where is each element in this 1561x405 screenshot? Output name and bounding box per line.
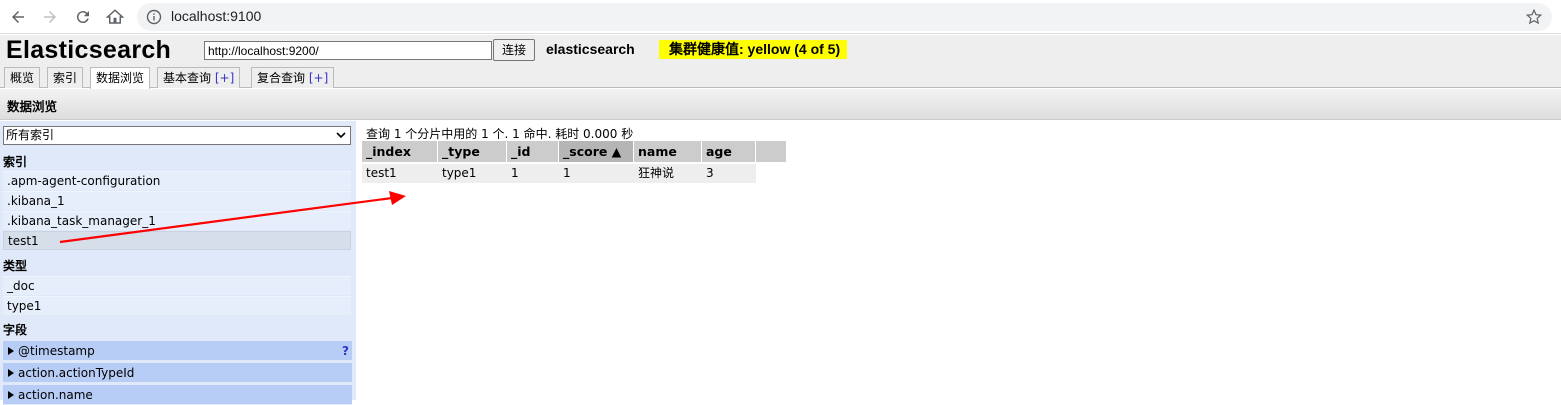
index-item[interactable]: .kibana_1 [3, 191, 351, 210]
tab-basic-query[interactable]: 基本查询 [+] [157, 67, 241, 88]
column-header-spacer [756, 141, 786, 162]
index-item[interactable]: .kibana_task_manager_1 [3, 211, 351, 230]
index-select[interactable]: 所有索引 [3, 126, 351, 145]
chevron-down-icon [336, 132, 346, 139]
tab-label: 概览 [10, 71, 35, 85]
expand-triangle-icon [8, 369, 14, 377]
tab-plus: [+] [214, 71, 235, 85]
column-header-index[interactable]: _index [362, 141, 438, 162]
column-header-name[interactable]: name [634, 141, 702, 162]
index-item-selected[interactable]: test1 [3, 231, 351, 250]
tab-data-browser[interactable]: 数据浏览 [90, 67, 151, 89]
field-item[interactable]: action.actionTypeId [3, 363, 352, 383]
index-item[interactable]: .apm-agent-configuration [3, 171, 351, 190]
sidebar: 所有索引 索引 .apm-agent-configuration .kibana… [0, 121, 356, 405]
tab-label: 基本查询 [163, 71, 212, 85]
tab-compound-query[interactable]: 复合查询 [+] [251, 67, 335, 88]
cluster-health-badge: 集群健康值: yellow (4 of 5) [659, 40, 848, 59]
table-cell[interactable]: test1 [362, 164, 438, 183]
forward-icon[interactable] [38, 5, 62, 29]
field-item[interactable]: @timestamp ? [3, 341, 352, 361]
field-label: @timestamp [18, 344, 95, 358]
tab-label: 数据浏览 [96, 71, 145, 85]
tab-label: 索引 [53, 71, 78, 85]
types-heading: 类型 [3, 259, 28, 273]
table-cell[interactable]: 1 [559, 164, 634, 183]
back-icon[interactable] [6, 5, 30, 29]
index-select-value: 所有索引 [6, 128, 55, 142]
address-url: localhost:9100 [171, 8, 262, 24]
table-cell[interactable]: 狂神说 [634, 164, 702, 183]
tab-label: 复合查询 [257, 71, 306, 85]
tab-bar: 概览 索引 数据浏览 基本查询 [+] 复合查询 [+] [0, 65, 1561, 89]
type-item[interactable]: _doc [3, 276, 351, 295]
query-summary: 查询 1 个分片中用的 1 个. 1 命中. 耗时 0.000 秒 [366, 127, 634, 141]
table-cell[interactable]: 3 [702, 164, 756, 183]
type-item[interactable]: type1 [3, 296, 351, 315]
cluster-name: elasticsearch [546, 41, 635, 57]
page-header: 数据浏览 [0, 89, 1561, 120]
column-header-age[interactable]: age [702, 141, 756, 162]
connect-button[interactable]: 连接 [493, 39, 535, 61]
app-logo: Elasticsearch [6, 36, 172, 64]
field-item[interactable]: action.name [3, 385, 352, 405]
browser-toolbar: localhost:9100 [0, 0, 1561, 34]
tab-plus: [+] [308, 71, 329, 85]
help-icon[interactable]: ? [342, 341, 349, 361]
reload-icon[interactable] [71, 5, 95, 29]
connect-url-input[interactable] [204, 41, 492, 60]
expand-triangle-icon [8, 391, 14, 399]
column-header-type[interactable]: _type [438, 141, 507, 162]
field-label: action.actionTypeId [18, 366, 135, 380]
address-bar[interactable]: localhost:9100 [137, 3, 1552, 31]
table-cell[interactable]: 1 [507, 164, 559, 183]
app-header: Elasticsearch 连接 elasticsearch 集群健康值: ye… [0, 35, 1561, 65]
info-icon[interactable] [146, 9, 162, 25]
home-icon[interactable] [103, 5, 127, 29]
indices-heading: 索引 [3, 155, 28, 169]
column-header-id[interactable]: _id [507, 141, 559, 162]
expand-triangle-icon [8, 347, 14, 355]
column-header-score[interactable]: _score ▲ [559, 141, 634, 162]
star-icon[interactable] [1525, 8, 1543, 26]
table-cell[interactable]: type1 [438, 164, 507, 183]
tab-overview[interactable]: 概览 [4, 67, 41, 88]
fields-heading: 字段 [3, 323, 28, 337]
tab-indices[interactable]: 索引 [47, 67, 84, 88]
page-title: 数据浏览 [7, 99, 58, 114]
